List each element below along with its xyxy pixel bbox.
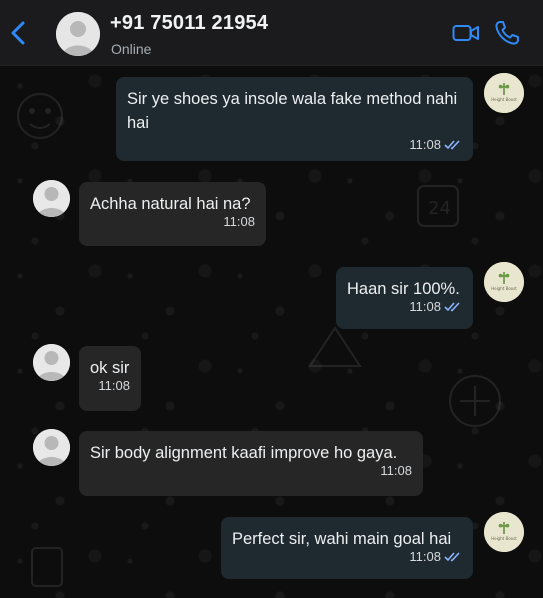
default-avatar-icon xyxy=(33,429,70,466)
default-avatar-icon xyxy=(33,180,70,217)
contact-status: Online xyxy=(111,41,152,57)
outgoing-message[interactable]: Haan sir 100%. 11:08 xyxy=(336,267,473,329)
message-text: Sir body alignment kaafi improve ho gaya… xyxy=(90,444,398,462)
back-icon[interactable] xyxy=(8,20,30,46)
sender-avatar[interactable] xyxy=(33,344,70,381)
brand-avatar[interactable]: Height Boost xyxy=(484,262,524,302)
read-ticks-icon xyxy=(444,552,460,562)
svg-text:Height Boost: Height Boost xyxy=(491,286,517,291)
incoming-message[interactable]: Achha natural hai na? 11:08 xyxy=(79,182,266,246)
message-text: Sir ye shoes ya insole wala fake method … xyxy=(127,90,458,132)
default-avatar-icon xyxy=(56,12,100,56)
outgoing-message[interactable]: Perfect sir, wahi main goal hai 11:08 xyxy=(221,517,473,579)
wallpaper-doodle xyxy=(449,375,501,427)
sender-avatar[interactable] xyxy=(33,429,70,466)
sender-avatar[interactable] xyxy=(33,180,70,217)
contact-avatar[interactable] xyxy=(56,12,100,56)
svg-text:Height Boost: Height Boost xyxy=(491,536,517,541)
message-text: Achha natural hai na? xyxy=(90,195,251,213)
message-time: 11:08 xyxy=(223,214,255,229)
incoming-message[interactable]: Sir body alignment kaafi improve ho gaya… xyxy=(79,431,423,496)
video-call-icon[interactable] xyxy=(452,20,480,46)
contact-name[interactable]: +91 75011 21954 xyxy=(110,12,268,35)
height-boost-logo-icon: Height Boost xyxy=(484,512,524,552)
read-ticks-icon xyxy=(444,302,460,312)
wallpaper-doodle xyxy=(31,547,63,587)
height-boost-logo-icon: Height Boost xyxy=(484,262,524,302)
wallpaper-doodle xyxy=(17,93,63,139)
message-text: Haan sir 100%. xyxy=(347,280,460,298)
svg-text:24: 24 xyxy=(428,198,451,219)
message-text: ok sir xyxy=(90,359,130,377)
brand-avatar[interactable]: Height Boost xyxy=(484,512,524,552)
message-time: 11:08 xyxy=(98,378,130,393)
height-boost-logo-icon: Height Boost xyxy=(484,73,524,113)
message-time: 11:08 xyxy=(409,299,441,314)
voice-call-icon[interactable] xyxy=(494,20,520,46)
brand-avatar[interactable]: Height Boost xyxy=(484,73,524,113)
message-text: Perfect sir, wahi main goal hai xyxy=(232,530,452,548)
read-ticks-icon xyxy=(444,140,460,150)
message-time: 11:08 xyxy=(409,549,441,564)
message-time: 11:08 xyxy=(380,463,412,478)
outgoing-message[interactable]: Sir ye shoes ya insole wala fake method … xyxy=(116,77,473,161)
chat-header: +91 75011 21954 Online xyxy=(0,0,543,66)
wallpaper-doodle: 24 xyxy=(417,185,459,227)
svg-text:Height Boost: Height Boost xyxy=(491,97,517,102)
chat-area[interactable]: 24 Sir ye shoes ya insole wala fake meth… xyxy=(0,66,543,598)
message-time: 11:08 xyxy=(409,137,441,152)
default-avatar-icon xyxy=(33,344,70,381)
incoming-message[interactable]: ok sir 11:08 xyxy=(79,346,141,411)
